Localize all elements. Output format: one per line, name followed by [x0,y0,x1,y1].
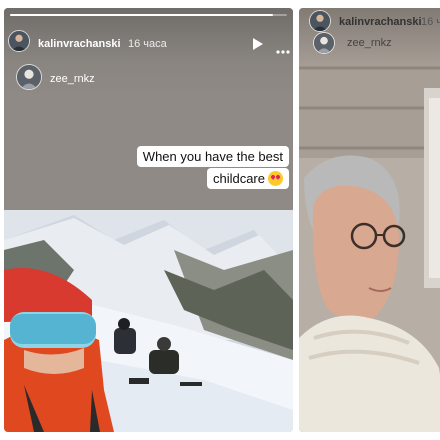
author-avatar[interactable] [8,30,30,52]
mention-avatar-image [314,33,334,53]
mention-avatar-image [17,65,41,89]
story-photo-woman-window [299,8,440,432]
story-caption: When you have the best childcare [136,146,289,190]
mention-username[interactable]: zee_rnkz [50,73,95,85]
author-username[interactable]: kalinvrachanski [38,38,121,50]
story-right[interactable]: kalinvrachanski 16 ч zee_rnkz [299,8,440,432]
caption-line-1-text: When you have the best [142,149,283,164]
story-timestamp: 16 ч [421,16,440,28]
more-icon[interactable] [276,42,290,56]
mention-username[interactable]: zee_rnkz [347,37,392,49]
story-progress-bar [10,14,287,16]
author-avatar-image [310,11,330,31]
caption-line-2-text: childcare [212,171,265,186]
caption-line-2: childcare [206,168,289,189]
story-progress-fill [10,14,274,16]
author-avatar[interactable] [309,10,331,32]
play-icon[interactable] [252,37,264,53]
heart-eyes-emoji-icon [268,171,283,186]
author-avatar-image [9,31,29,51]
story-header-background [4,8,293,98]
author-username[interactable]: kalinvrachanski [339,16,422,28]
mention-avatar[interactable] [16,64,42,90]
story-left[interactable]: kalinvrachanski 16 часа zee_rnkz When yo… [4,8,293,432]
story-timestamp: 16 часа [128,38,167,50]
story-photo-ski-slope [4,210,293,432]
caption-line-1: When you have the best [136,146,289,167]
mention-avatar[interactable] [313,32,335,54]
